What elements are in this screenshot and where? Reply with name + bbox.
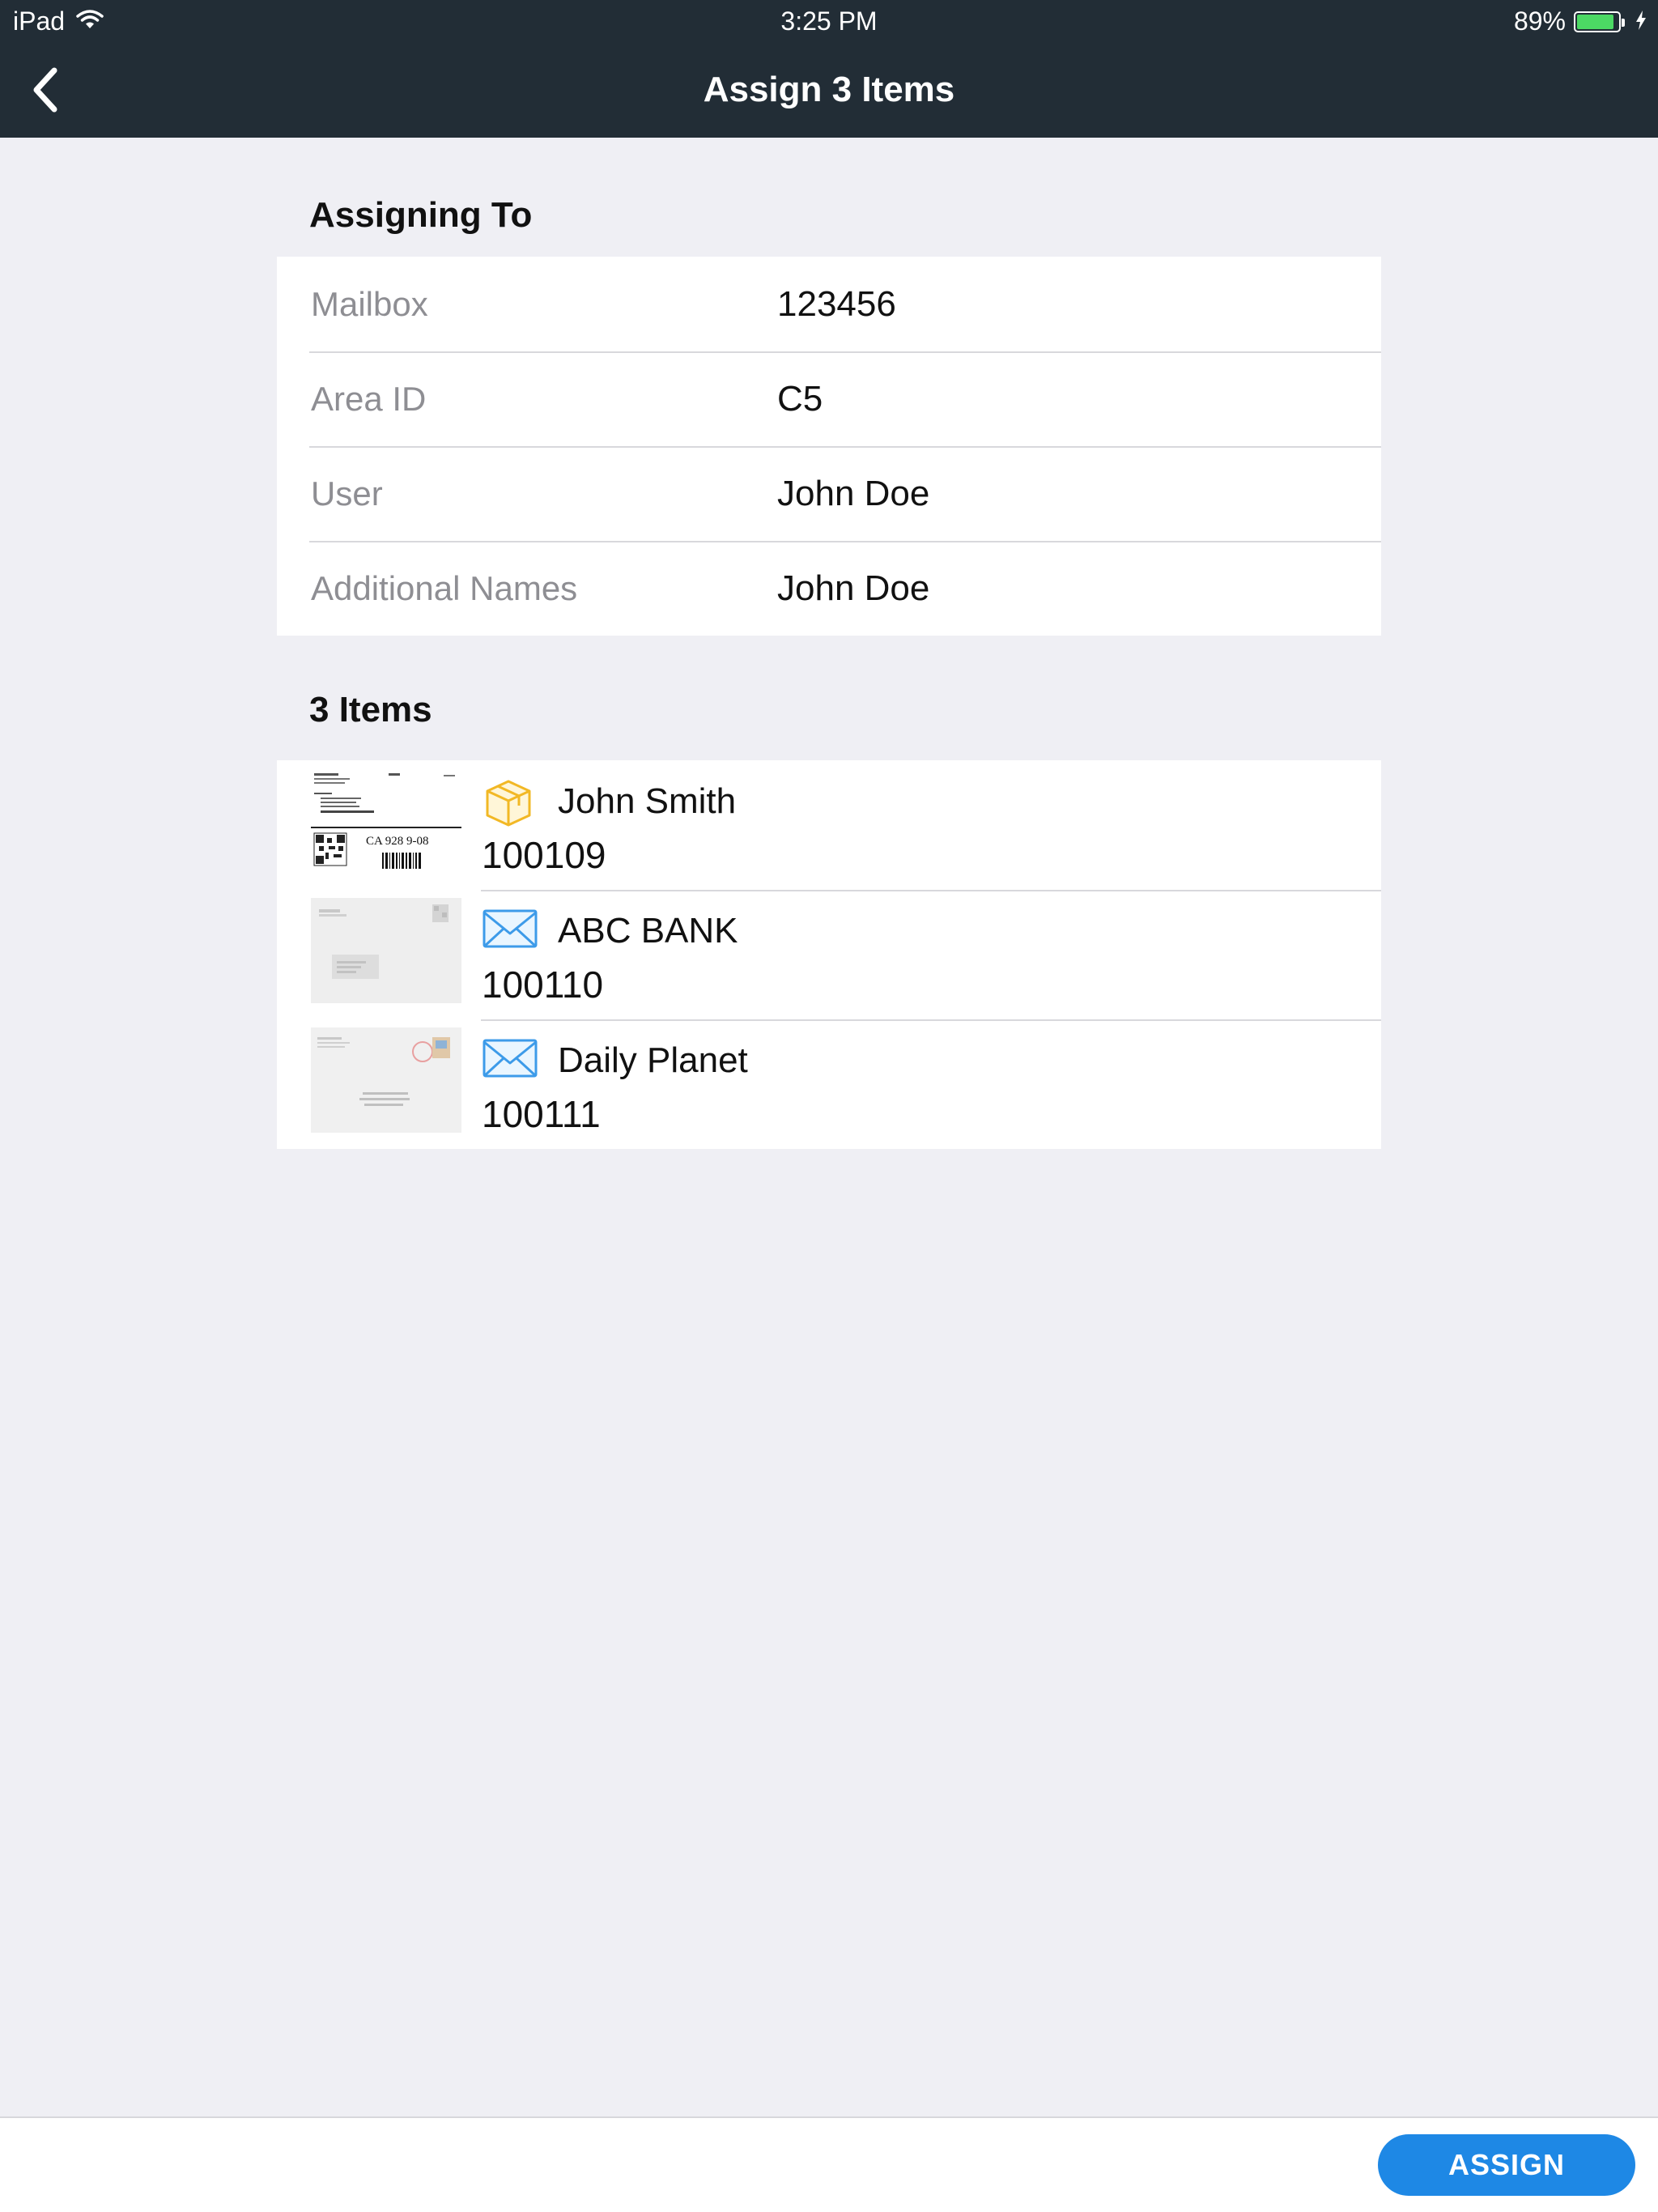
item-name: John Smith [558,781,737,821]
charging-icon [1635,6,1647,36]
mailbox-value: 123456 [777,283,896,324]
envelope-icon [483,1039,538,1082]
items-header: 3 Items [309,690,432,730]
item-code: 100110 [482,963,604,1006]
list-item[interactable]: CA 928 9-08 John Smith 100109 [277,760,1381,890]
package-icon [483,778,534,831]
nav-bar: Assign 3 Items [0,45,1658,138]
area-id-value: C5 [777,378,823,419]
envelope-image [311,1027,461,1133]
package-label-image: CA 928 9-08 [311,768,461,874]
assigning-to-header: Assigning To [309,195,533,235]
status-bar: iPad 3:25 PM 89% [0,0,1658,45]
list-item[interactable]: Daily Planet 100111 [277,1019,1381,1149]
main-content: Assigning To Mailbox 123456 Area ID C5 U… [277,138,1381,1149]
package-label-text: CA 928 9-08 [366,835,429,848]
user-row: User John Doe [277,446,1381,541]
battery-fill [1577,14,1613,29]
battery-icon [1574,11,1625,32]
mailbox-label: Mailbox [311,284,428,323]
top-bar: iPad 3:25 PM 89% Assign 3 Items [0,0,1658,138]
additional-names-label: Additional Names [311,568,578,607]
battery-percent: 89% [1513,6,1566,36]
item-code: 100109 [482,834,606,876]
additional-names-row: Additional Names John Doe [277,541,1381,636]
status-time: 3:25 PM [780,6,878,36]
item-name: ABC BANK [558,911,738,951]
assigning-to-card: Mailbox 123456 Area ID C5 User John Doe … [277,257,1381,636]
item-thumbnail [311,898,461,1003]
area-id-row: Area ID C5 [277,351,1381,446]
envelope-icon [483,909,538,952]
item-thumbnail: CA 928 9-08 [311,768,461,874]
item-name: Daily Planet [558,1040,748,1080]
list-item[interactable]: ABC BANK 100110 [277,890,1381,1019]
envelope-image [311,898,461,1003]
item-thumbnail [311,1027,461,1133]
bottom-toolbar: ASSIGN [0,2116,1658,2212]
item-code: 100111 [482,1093,601,1135]
user-label: User [311,474,383,513]
area-id-label: Area ID [311,379,427,418]
additional-names-value: John Doe [777,568,930,608]
assign-button[interactable]: ASSIGN [1378,2134,1635,2196]
mailbox-row: Mailbox 123456 [277,257,1381,351]
user-value: John Doe [777,473,930,513]
page-title: Assign 3 Items [703,70,955,109]
status-right: 89% [1514,6,1647,36]
items-card: CA 928 9-08 John Smith 100109 ABC BANK 1… [277,760,1381,1149]
